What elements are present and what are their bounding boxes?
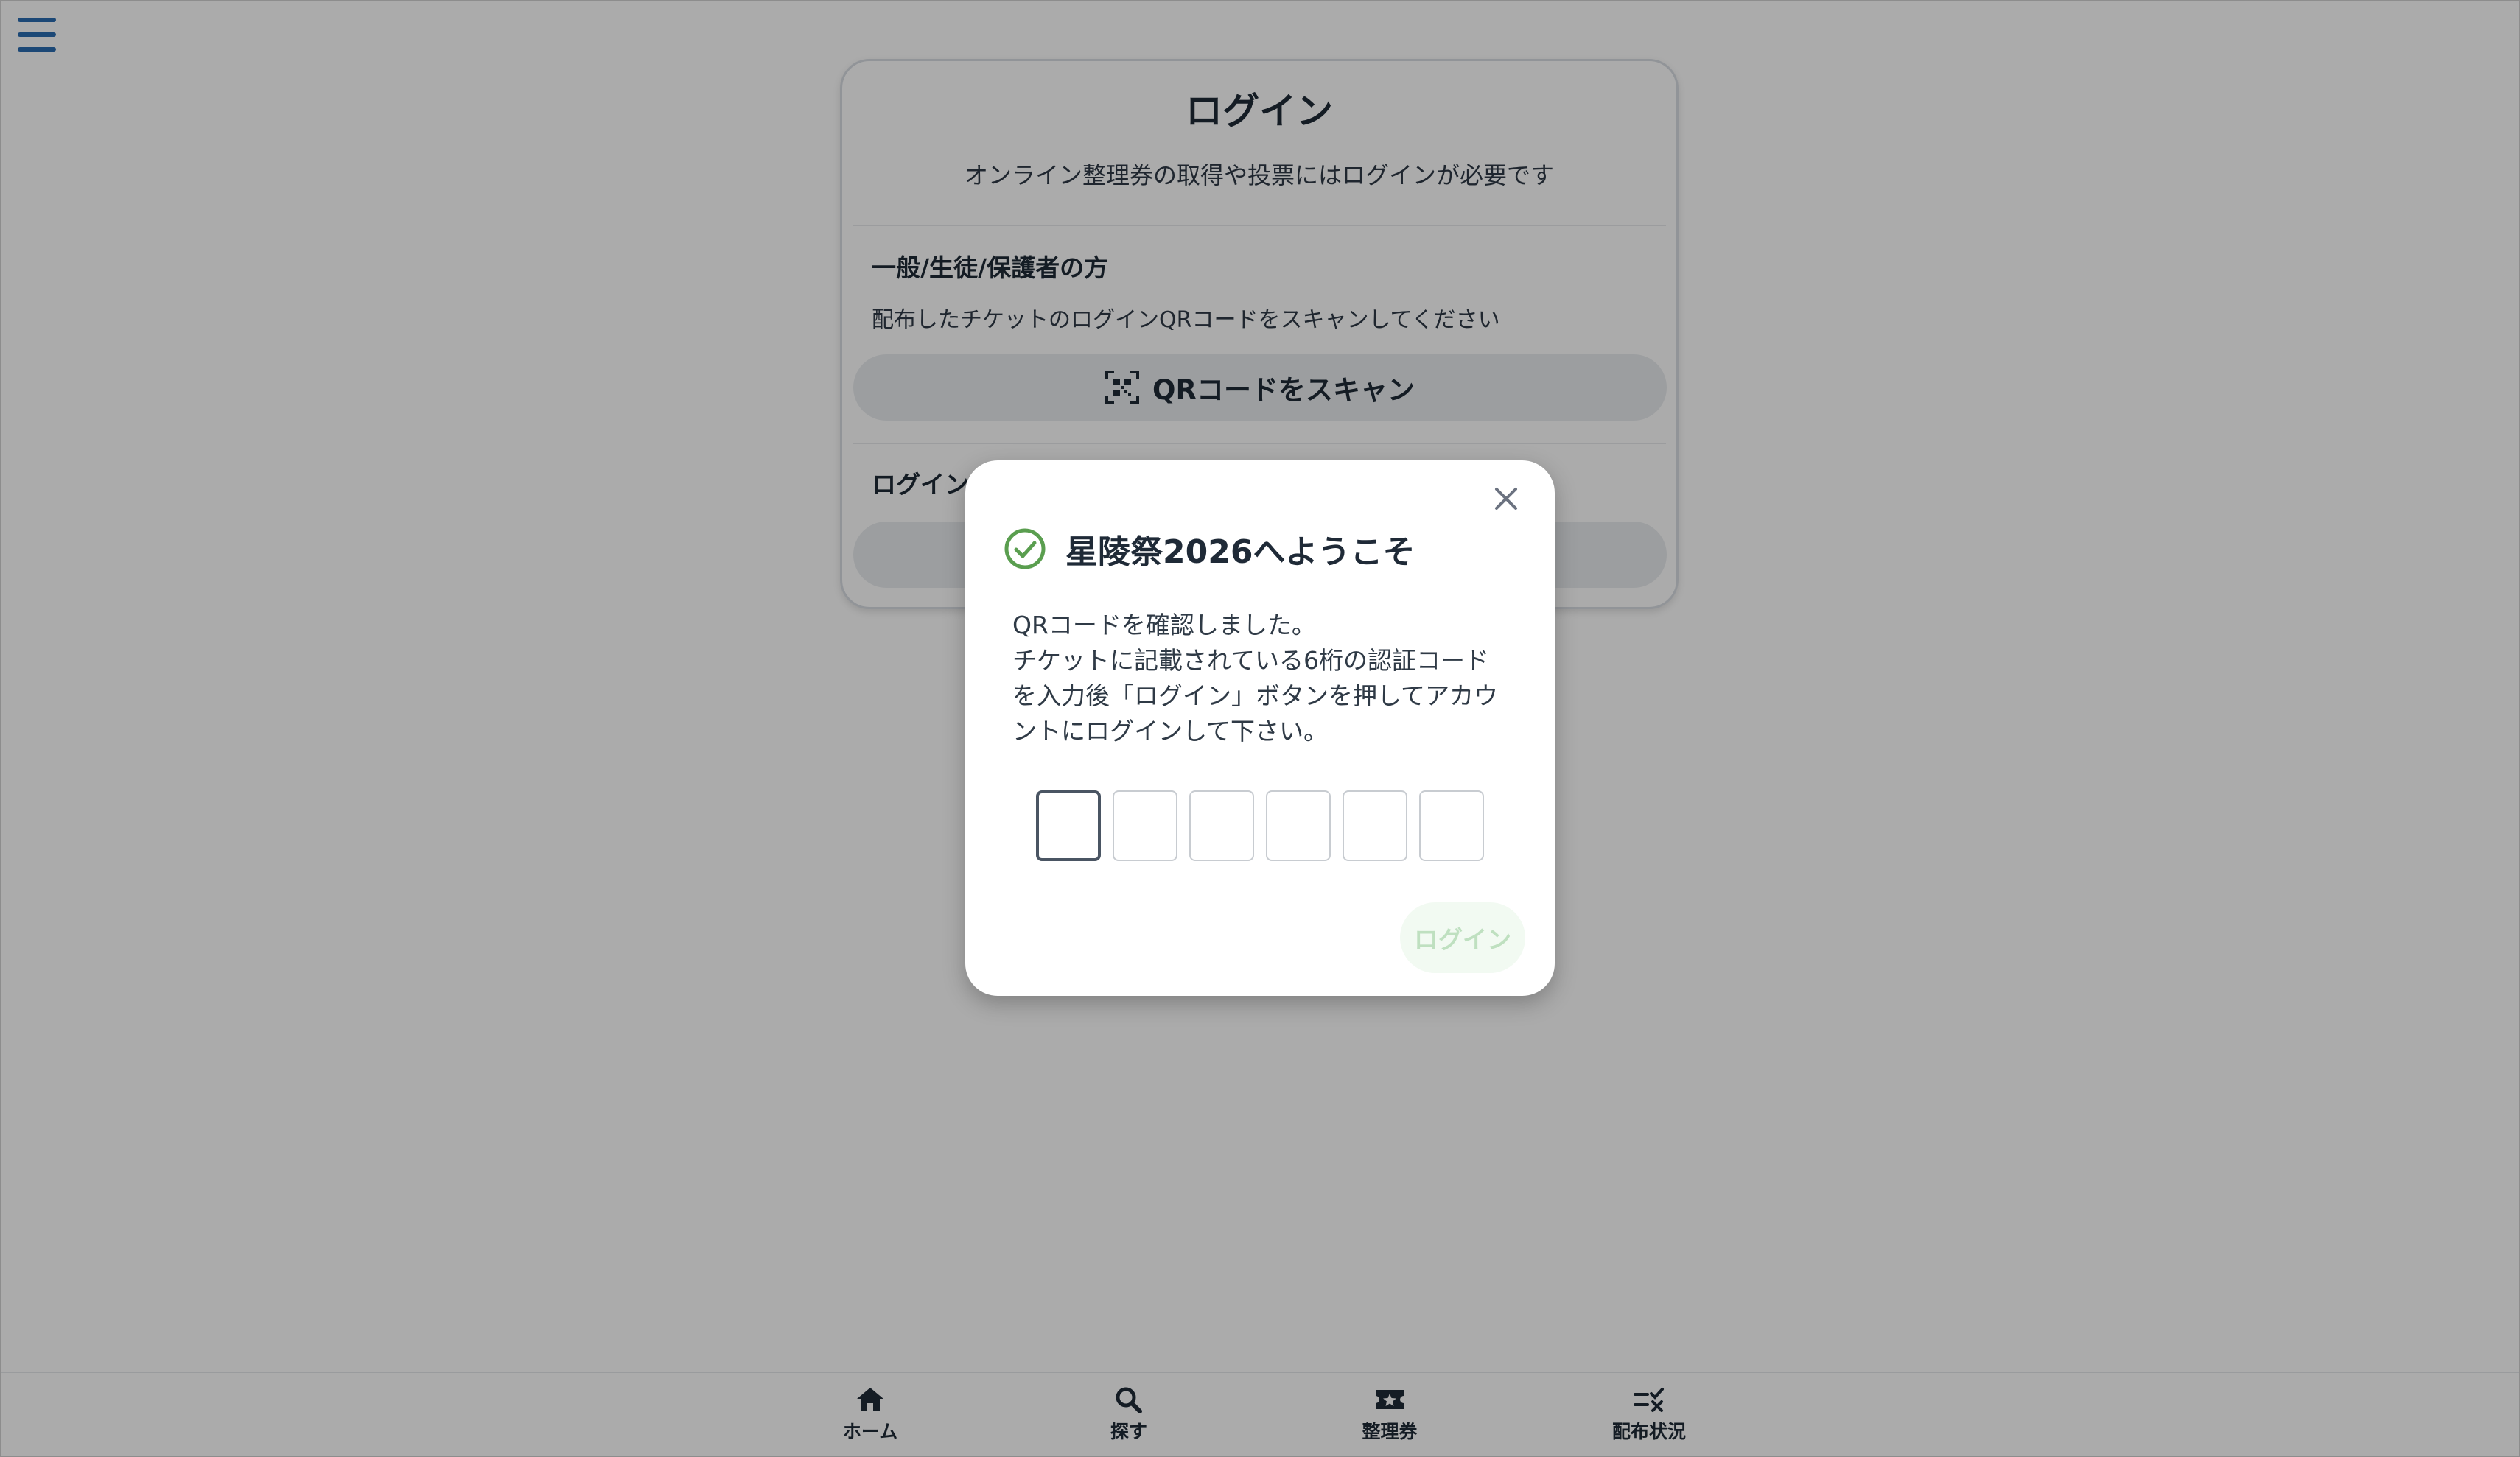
code-digit-input[interactable] [1036,790,1101,861]
welcome-dialog: 星陵祭2026へようこそ QRコードを確認しました。 チケットに記載されている6… [965,460,1555,996]
dialog-message-line: を入力後「ログイン」ボタンを押してアカウ [1012,681,1499,710]
dialog-message-line: ントにログインして下さい。 [1012,717,1329,745]
code-digit-input[interactable] [1189,790,1254,861]
dialog-login-button[interactable]: ログイン [1400,902,1525,973]
code-digit-input[interactable] [1343,790,1407,861]
dialog-message: QRコードを確認しました。 チケットに記載されている6桁の認証コード を入力後「… [1012,608,1528,749]
close-icon[interactable] [1490,482,1522,515]
dialog-message-line: QRコードを確認しました。 [1012,611,1316,639]
dialog-header: 星陵祭2026へようこそ [1004,525,1415,572]
code-digit-input[interactable] [1419,790,1484,861]
check-circle-icon [1004,528,1046,569]
verification-code-inputs [1036,790,1484,861]
dialog-message-line: チケットに記載されている6桁の認証コード [1012,646,1490,675]
dialog-title: 星陵祭2026へようこそ [1065,533,1415,571]
code-digit-input[interactable] [1113,790,1177,861]
code-digit-input[interactable] [1266,790,1331,861]
